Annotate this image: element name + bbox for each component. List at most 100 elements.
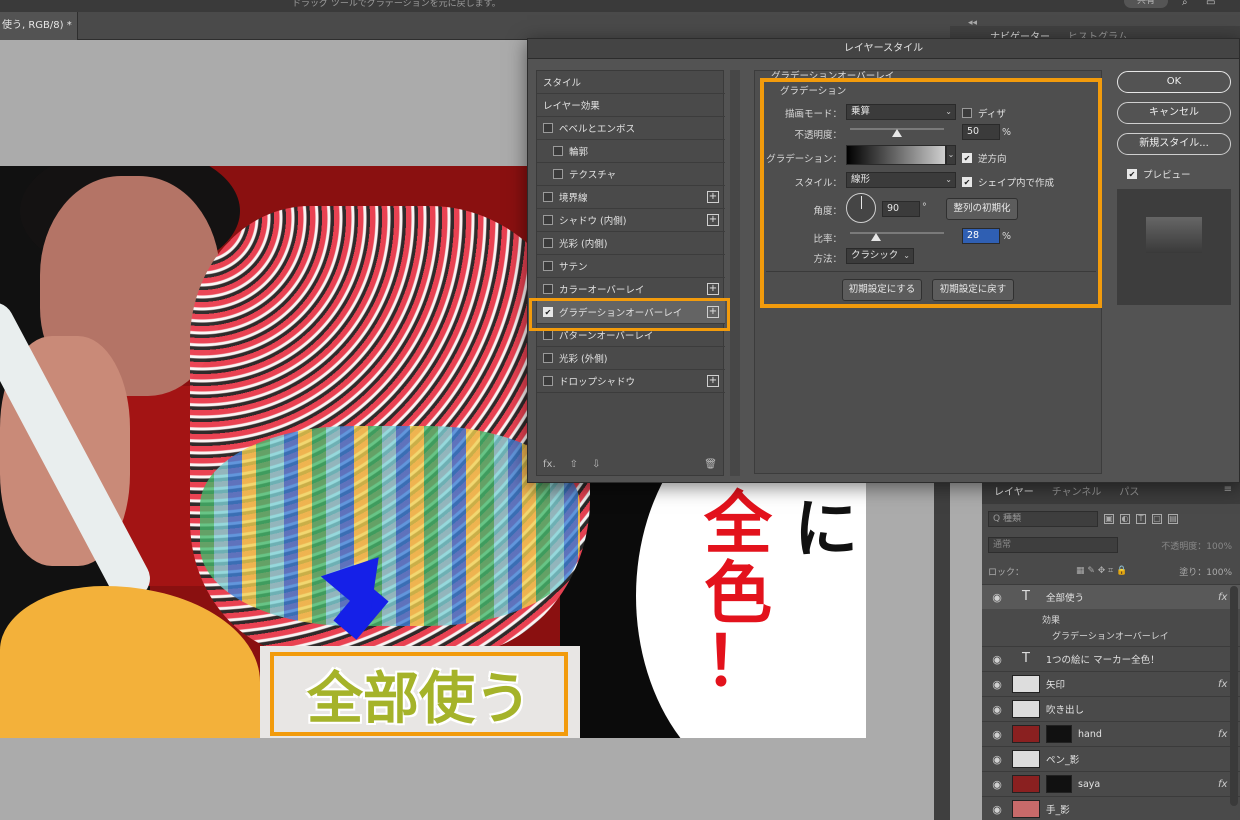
layer-name: 全部使う — [1046, 593, 1085, 604]
document-tab[interactable]: 使う, RGB/8) * — [0, 12, 78, 40]
layer-thumbnail — [1012, 675, 1040, 693]
style-item[interactable]: ベベルとエンボス — [537, 117, 725, 140]
checkbox-icon[interactable] — [543, 376, 553, 386]
layer-thumbnail — [1012, 775, 1040, 793]
layer-opacity[interactable]: 不透明度：100% — [1161, 539, 1232, 552]
filter-shape-icon[interactable]: ▢ — [1152, 514, 1162, 524]
layer-row[interactable]: ◉ hand fx — [982, 721, 1240, 746]
style-item-label: テクスチャ — [569, 170, 617, 181]
styles-list: スタイルレイヤー効果ベベルとエンボス輪郭テクスチャ境界線 + シャドウ (内側) + 光… — [536, 70, 725, 476]
style-item-label: 光彩 (内側) — [559, 239, 608, 250]
style-item-label: シャドウ (内側) — [559, 216, 627, 227]
style-item-label: ベベルとエンボス — [559, 124, 636, 135]
caption-text: 全部使う — [307, 666, 531, 732]
style-item[interactable]: 光彩 (内側) — [537, 232, 725, 255]
checkbox-icon[interactable] — [543, 215, 553, 225]
gradient-highlight-box — [760, 78, 1102, 308]
visibility-eye-icon[interactable]: ◉ — [982, 703, 1012, 716]
visibility-eye-icon[interactable]: ◉ — [982, 753, 1012, 766]
style-item-label: スタイル — [543, 78, 582, 89]
layer-mask-thumbnail — [1046, 725, 1072, 743]
preview-label: プレビュー — [1143, 170, 1191, 181]
visibility-eye-icon[interactable]: ◉ — [982, 653, 1012, 666]
preview-swatch — [1146, 217, 1202, 253]
fill-value[interactable]: 塗り：100% — [1179, 565, 1232, 578]
layer-thumbnail — [1012, 800, 1040, 818]
visibility-eye-icon[interactable]: ◉ — [982, 728, 1012, 741]
layer-row[interactable]: ◉ saya fx — [982, 771, 1240, 796]
style-item[interactable]: ドロップシャドウ + — [537, 370, 725, 393]
move-down-icon[interactable]: ⇩ — [592, 459, 600, 470]
styles-footer: fx. ⇧ ⇩ 🗑 — [537, 453, 725, 475]
new-style-button[interactable]: 新規スタイル... — [1117, 133, 1231, 155]
panel-divider[interactable] — [730, 70, 740, 476]
checkbox-icon[interactable] — [553, 169, 563, 179]
visibility-eye-icon[interactable]: ◉ — [982, 678, 1012, 691]
cancel-button[interactable]: キャンセル — [1117, 102, 1231, 124]
visibility-eye-icon[interactable]: ◉ — [982, 778, 1012, 791]
checkbox-icon[interactable] — [543, 353, 553, 363]
style-item[interactable]: テクスチャ — [537, 163, 725, 186]
layer-blend-mode[interactable]: 通常 — [988, 537, 1118, 553]
tab-layers[interactable]: レイヤー — [994, 483, 1034, 498]
checkbox-icon[interactable] — [543, 123, 553, 133]
style-item-label: サテン — [559, 262, 588, 273]
add-effect-icon[interactable]: + — [707, 283, 719, 295]
checkbox-icon[interactable] — [543, 284, 553, 294]
effect-item[interactable]: グラデーションオーバーレイ — [1052, 629, 1169, 642]
add-effect-icon[interactable]: + — [707, 191, 719, 203]
layer-name: 手_影 — [1046, 805, 1070, 816]
style-item[interactable]: レイヤー効果 — [537, 94, 725, 117]
preview-checkbox[interactable]: ✔ プレビュー — [1127, 167, 1191, 181]
layer-filter-row: Q 種類 ▣ ◐ T ▢ ▤ — [988, 510, 1232, 528]
checkbox-icon[interactable] — [543, 261, 553, 271]
panel-menu-icon[interactable]: ≡ — [1224, 484, 1232, 495]
style-item[interactable]: シャドウ (内側) + — [537, 209, 725, 232]
layer-row[interactable]: ◉ 吹き出し — [982, 696, 1240, 721]
layer-row[interactable]: ◉ 手_影 — [982, 796, 1240, 820]
layers-scrollbar[interactable] — [1230, 586, 1238, 806]
lock-icons[interactable]: ▦ ✎ ✥ ⌗ 🔒 — [1076, 566, 1127, 576]
checkbox-icon[interactable] — [543, 238, 553, 248]
style-item[interactable]: 境界線 + — [537, 186, 725, 209]
add-effect-icon[interactable]: + — [707, 214, 719, 226]
layer-kind-filter[interactable]: Q 種類 — [988, 511, 1098, 527]
visibility-eye-icon[interactable]: ◉ — [982, 803, 1012, 816]
tab-paths[interactable]: パス — [1119, 483, 1139, 498]
collapse-panels-icon[interactable]: ◂◂ — [968, 18, 977, 28]
layer-row[interactable]: ◉ 矢印 fx — [982, 671, 1240, 696]
style-item[interactable]: サテン — [537, 255, 725, 278]
search-icon[interactable]: ⌕ — [1182, 0, 1188, 8]
fx-menu-icon[interactable]: fx. — [543, 459, 556, 470]
ok-button[interactable]: OK — [1117, 71, 1231, 93]
filter-adjustment-icon[interactable]: ◐ — [1120, 514, 1130, 524]
layers-panel: レイヤー チャンネル パス ≡ Q 種類 ▣ ◐ T ▢ ▤ 通常 不透明度：1… — [982, 476, 1240, 820]
filter-text-icon[interactable]: T — [1136, 514, 1146, 524]
layer-row[interactable]: ◉ T 1つの絵に マーカー全色！ — [982, 646, 1240, 671]
big-black-char: に — [794, 493, 858, 567]
style-item-label: 輪郭 — [569, 147, 589, 158]
filter-smart-object-icon[interactable]: ▤ — [1168, 514, 1178, 524]
checkbox-icon[interactable] — [553, 146, 563, 156]
layer-row[interactable]: ◉ ペン_影 — [982, 746, 1240, 771]
checkmark-icon: ✔ — [1127, 169, 1137, 179]
share-button[interactable]: 共有 — [1124, 0, 1168, 8]
style-item[interactable]: スタイル — [537, 71, 725, 94]
style-item[interactable]: 輪郭 — [537, 140, 725, 163]
style-item[interactable]: 光彩 (外側) — [537, 347, 725, 370]
big-red-char-3: ！ — [704, 623, 773, 702]
checkbox-icon[interactable] — [543, 192, 553, 202]
tab-channels[interactable]: チャンネル — [1052, 483, 1102, 498]
filter-pixel-icon[interactable]: ▣ — [1104, 514, 1114, 524]
layer-row[interactable]: ◉ T 全部使う fx — [982, 584, 1240, 609]
add-effect-icon[interactable]: + — [707, 375, 719, 387]
checkbox-icon[interactable] — [543, 330, 553, 340]
trash-icon[interactable]: 🗑 — [704, 459, 717, 470]
style-item-label: 境界線 — [559, 193, 588, 204]
move-up-icon[interactable]: ⇧ — [570, 459, 578, 470]
text-layer-icon: T — [1022, 589, 1030, 604]
layer-thumbnail — [1012, 750, 1040, 768]
style-item-label: ドロップシャドウ — [559, 377, 636, 388]
workspace-icon[interactable]: ▭ — [1206, 0, 1215, 8]
visibility-eye-icon[interactable]: ◉ — [982, 591, 1012, 604]
